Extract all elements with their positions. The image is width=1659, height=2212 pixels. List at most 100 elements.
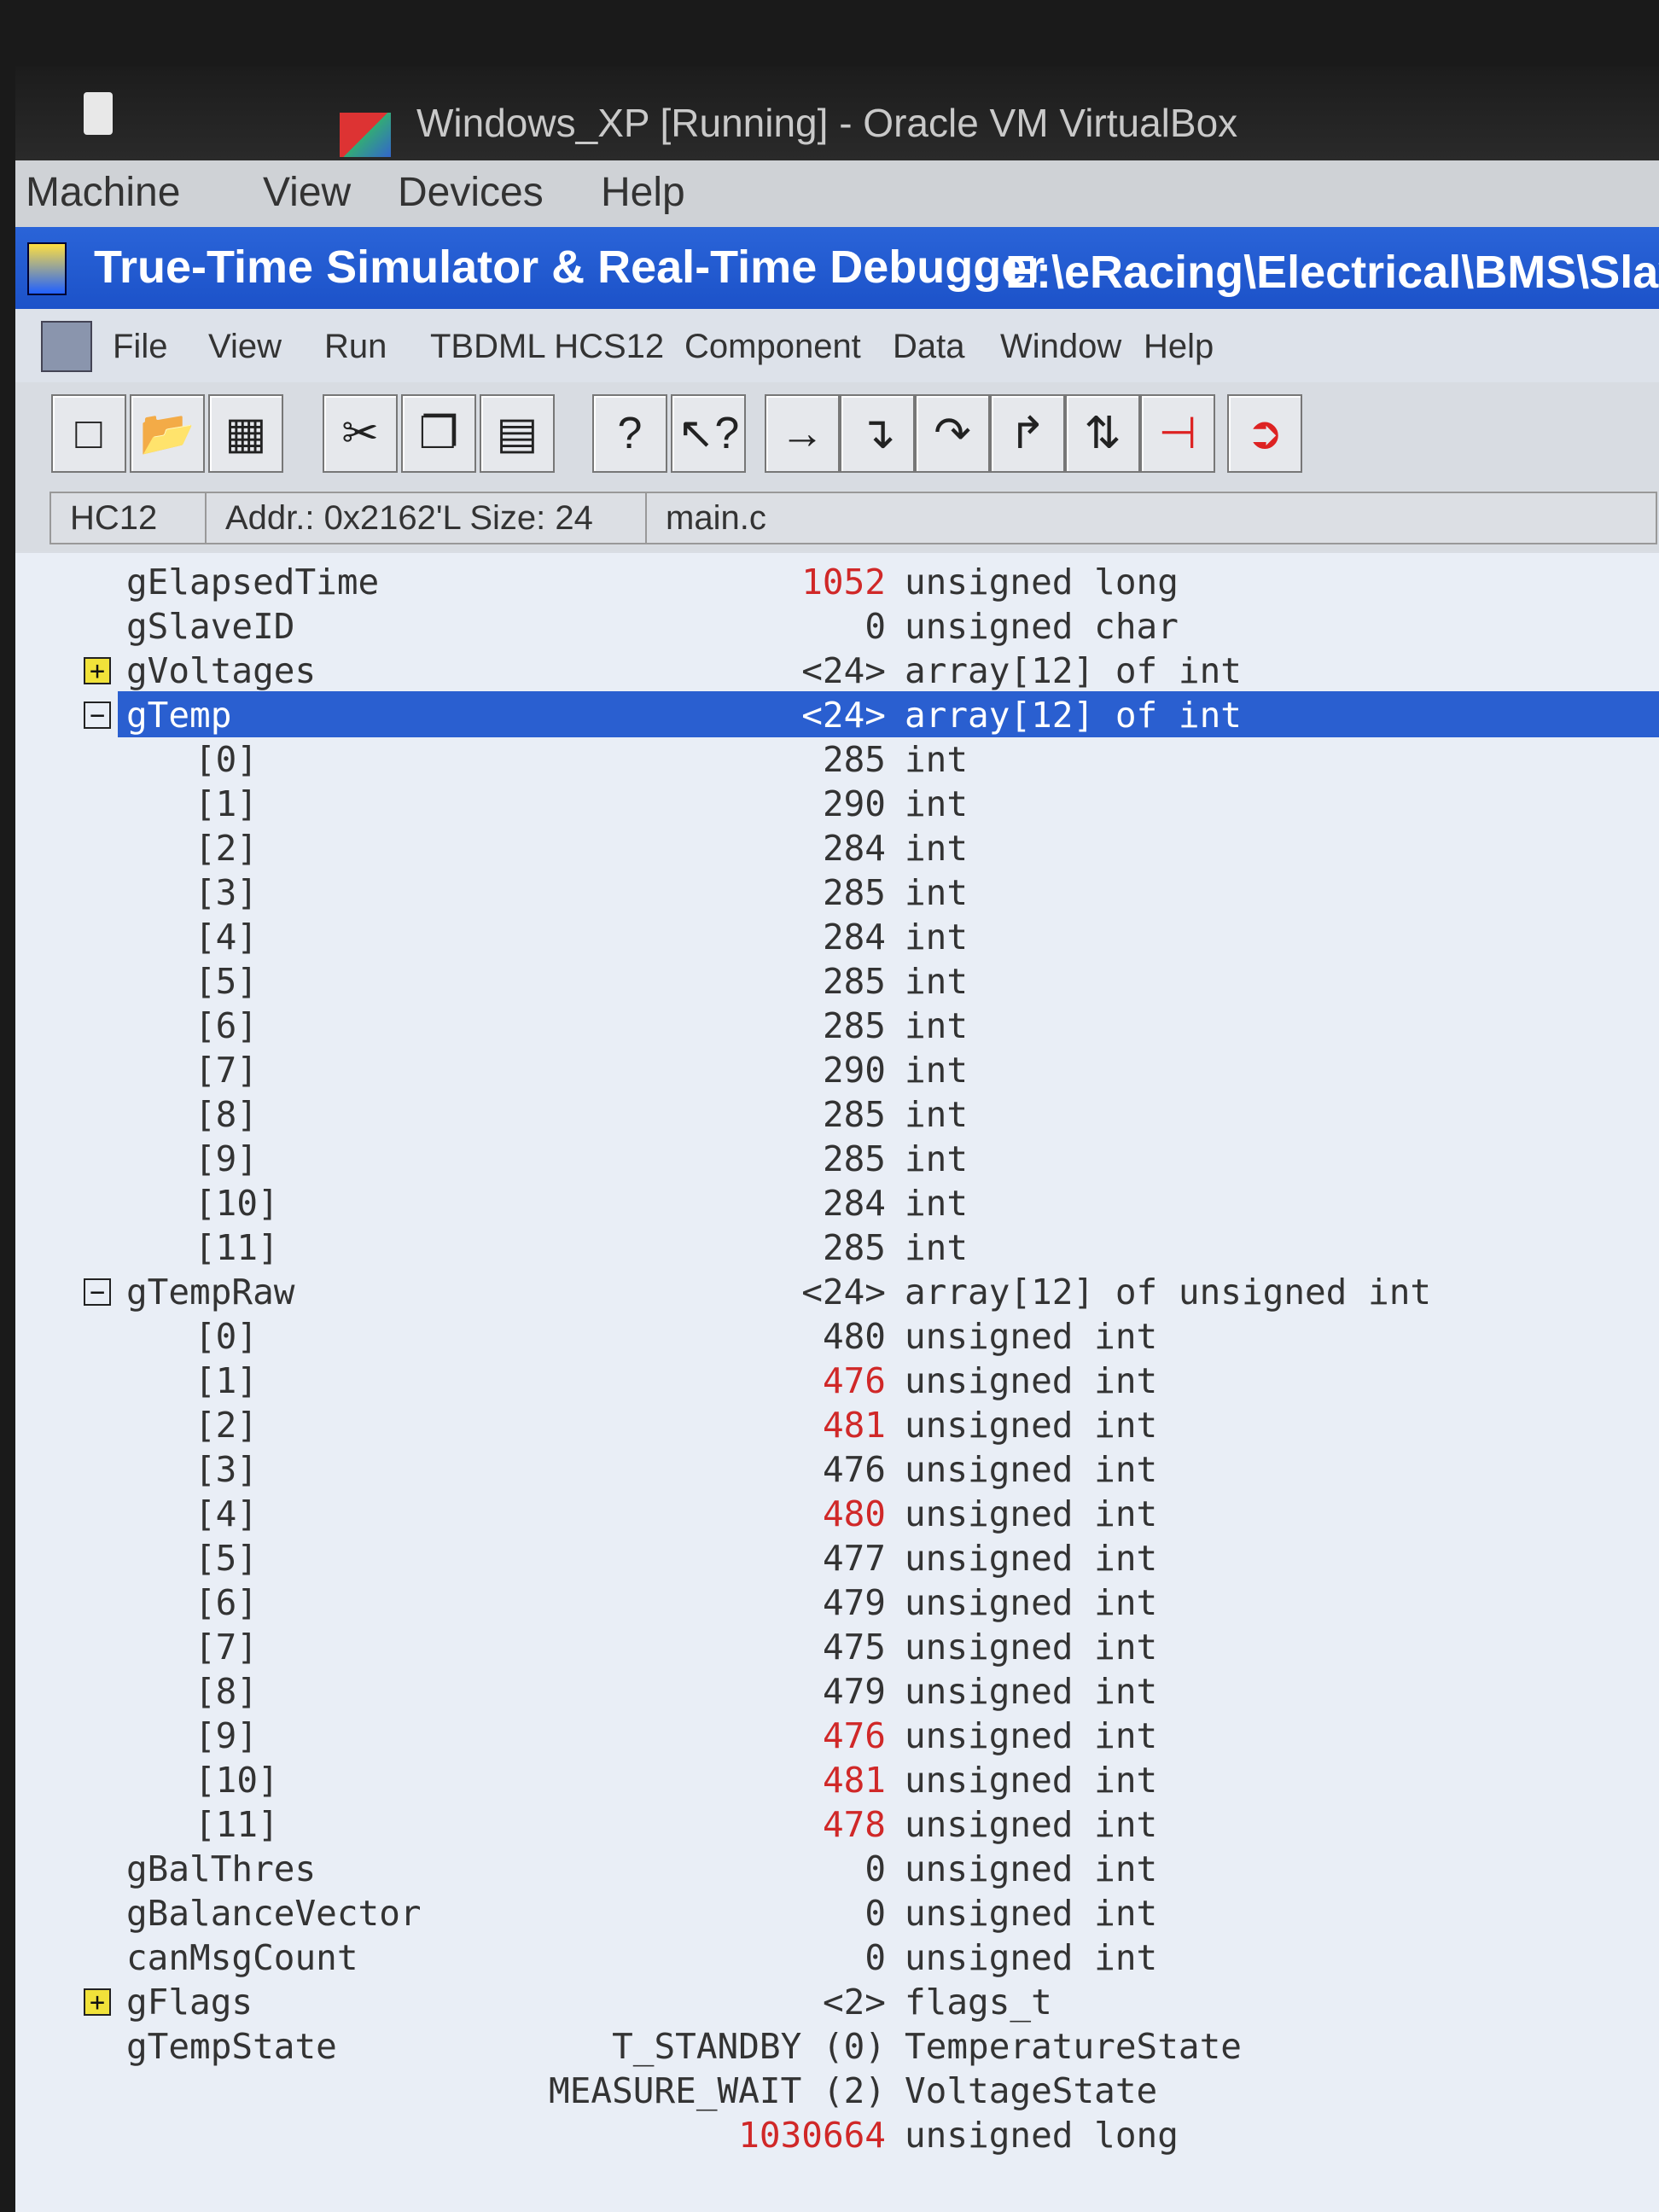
variable-type: unsigned int	[905, 1848, 1158, 1889]
variable-type: int	[905, 1138, 969, 1179]
debugger-menu-bar: File View Run TBDML HCS12 Component Data…	[15, 309, 1659, 382]
variable-row[interactable]: − gTempRaw <24> array[12] of unsigned int	[15, 1272, 1659, 1318]
variable-row[interactable]: [7] 475 unsigned int	[15, 1627, 1659, 1673]
variable-row[interactable]: gSlaveID 0 unsigned char	[15, 606, 1659, 652]
project-path: E:\eRacing\Electrical\BMS\Slave\Softw	[1005, 247, 1659, 298]
collapse-icon[interactable]: −	[84, 1278, 111, 1306]
variable-row[interactable]: [5] 285 int	[15, 961, 1659, 1007]
variable-row[interactable]: [4] 284 int	[15, 917, 1659, 963]
vbox-menu-devices[interactable]: Devices	[398, 169, 544, 216]
variable-value: MEASURE_WAIT (2)	[549, 2070, 886, 2111]
variable-name: gTemp	[126, 695, 232, 736]
help-icon[interactable]: ?	[592, 394, 667, 473]
variable-value: 476	[822, 1449, 886, 1490]
start-icon[interactable]: →	[765, 394, 840, 473]
assembly-step-icon[interactable]: ⇅	[1065, 394, 1140, 473]
open-icon[interactable]: 📂	[130, 394, 205, 473]
menu-tbdml-hcs12[interactable]: TBDML HCS12	[430, 328, 664, 366]
document-menu-icon[interactable]	[41, 321, 92, 372]
variable-value: 479	[822, 1671, 886, 1712]
variable-row[interactable]: [11] 478 unsigned int	[15, 1804, 1659, 1850]
variable-row[interactable]: [11] 285 int	[15, 1227, 1659, 1273]
variable-name: [5]	[195, 961, 259, 1002]
variable-type: unsigned int	[905, 1893, 1158, 1934]
vbox-menu-machine[interactable]: Machine	[26, 169, 180, 216]
variable-row[interactable]: 1030664 unsigned long	[15, 2115, 1659, 2161]
halt-icon[interactable]: ⊣	[1140, 394, 1215, 473]
menu-data[interactable]: Data	[893, 328, 965, 366]
variable-row[interactable]: [0] 285 int	[15, 739, 1659, 785]
variable-name: canMsgCount	[126, 1937, 358, 1978]
variable-name: [3]	[195, 1449, 259, 1490]
menu-window[interactable]: Window	[1000, 328, 1121, 366]
variable-type: unsigned int	[905, 1316, 1158, 1357]
menu-file[interactable]: File	[113, 328, 167, 366]
variable-row[interactable]: + gFlags <2> flags_t	[15, 1982, 1659, 2028]
step-out-icon[interactable]: ↱	[990, 394, 1065, 473]
variable-type: int	[905, 1183, 969, 1224]
data-window[interactable]: gElapsedTime 1052 unsigned long gSlaveID 0 un…	[15, 553, 1659, 2212]
variable-name: [9]	[195, 1715, 259, 1756]
single-step-icon[interactable]: ↴	[840, 394, 915, 473]
menu-help[interactable]: Help	[1144, 328, 1214, 366]
paste-icon[interactable]: ▤	[480, 394, 555, 473]
variable-row[interactable]: [3] 285 int	[15, 872, 1659, 918]
collapse-icon[interactable]: −	[84, 701, 111, 729]
variable-type: int	[905, 917, 969, 958]
variable-value: 284	[822, 828, 886, 869]
variable-row[interactable]: [8] 479 unsigned int	[15, 1671, 1659, 1717]
variable-row[interactable]: [9] 285 int	[15, 1138, 1659, 1185]
variable-row[interactable]: − gTemp <24> array[12] of int	[15, 691, 1659, 741]
variable-name: [7]	[195, 1627, 259, 1668]
variable-name: [11]	[195, 1804, 279, 1845]
variable-row[interactable]: [8] 285 int	[15, 1094, 1659, 1140]
menu-component[interactable]: Component	[684, 328, 861, 366]
variable-value: 476	[822, 1360, 886, 1401]
variable-row[interactable]: MEASURE_WAIT (2) VoltageState	[15, 2070, 1659, 2116]
variable-row[interactable]: [10] 284 int	[15, 1183, 1659, 1229]
variable-type: TemperatureState	[905, 2026, 1242, 2067]
vbox-menu-help[interactable]: Help	[601, 169, 685, 216]
variable-row[interactable]: [2] 284 int	[15, 828, 1659, 874]
variable-value: 290	[822, 783, 886, 824]
expand-icon[interactable]: +	[84, 657, 111, 684]
variable-row[interactable]: [1] 476 unsigned int	[15, 1360, 1659, 1406]
variable-row[interactable]: [7] 290 int	[15, 1050, 1659, 1096]
variable-row[interactable]: [9] 476 unsigned int	[15, 1715, 1659, 1761]
address-size-label: Addr.: 0x2162'L Size: 24	[205, 492, 654, 544]
menu-view[interactable]: View	[208, 328, 282, 366]
copy-icon[interactable]: ❐	[401, 394, 476, 473]
variable-name: [7]	[195, 1050, 259, 1091]
variable-name: gBalanceVector	[126, 1893, 422, 1934]
variable-row[interactable]: [10] 481 unsigned int	[15, 1760, 1659, 1806]
variable-row[interactable]: canMsgCount 0 unsigned int	[15, 1937, 1659, 1983]
variable-row[interactable]: [6] 285 int	[15, 1005, 1659, 1051]
context-help-icon[interactable]: ↖?	[671, 394, 746, 473]
variable-row[interactable]: [5] 477 unsigned int	[15, 1538, 1659, 1584]
cut-icon[interactable]: ✂	[323, 394, 398, 473]
variable-row[interactable]: [3] 476 unsigned int	[15, 1449, 1659, 1495]
new-icon[interactable]: □	[51, 394, 126, 473]
variable-row[interactable]: [1] 290 int	[15, 783, 1659, 830]
variable-type: VoltageState	[905, 2070, 1158, 2111]
variable-row[interactable]: [6] 479 unsigned int	[15, 1582, 1659, 1628]
save-icon[interactable]: ▦	[208, 394, 283, 473]
expand-icon[interactable]: +	[84, 1988, 111, 2016]
variable-row[interactable]: gElapsedTime 1052 unsigned long	[15, 562, 1659, 608]
vbox-menu-view[interactable]: View	[263, 169, 351, 216]
variable-row[interactable]: gTempState T_STANDBY (0) TemperatureState	[15, 2026, 1659, 2072]
variable-type: flags_t	[905, 1982, 1052, 2023]
step-over-icon[interactable]: ↷	[915, 394, 990, 473]
variable-row[interactable]: + gVoltages <24> array[12] of int	[15, 650, 1659, 696]
module-label: main.c	[645, 492, 1657, 544]
reset-icon[interactable]: ➲	[1227, 394, 1302, 473]
variable-row[interactable]: gBalanceVector 0 unsigned int	[15, 1893, 1659, 1939]
variable-row[interactable]: [2] 481 unsigned int	[15, 1405, 1659, 1451]
toolbar: □ 📂 ▦ ✂ ❐ ▤ ? ↖? → ↴ ↷ ↱ ⇅ ⊣ ➲	[15, 382, 1659, 485]
system-menu-icon[interactable]	[84, 92, 113, 135]
variable-row[interactable]: [0] 480 unsigned int	[15, 1316, 1659, 1362]
variable-row[interactable]: gBalThres 0 unsigned int	[15, 1848, 1659, 1895]
menu-run[interactable]: Run	[324, 328, 387, 366]
variable-value: 478	[822, 1804, 886, 1845]
variable-row[interactable]: [4] 480 unsigned int	[15, 1493, 1659, 1540]
